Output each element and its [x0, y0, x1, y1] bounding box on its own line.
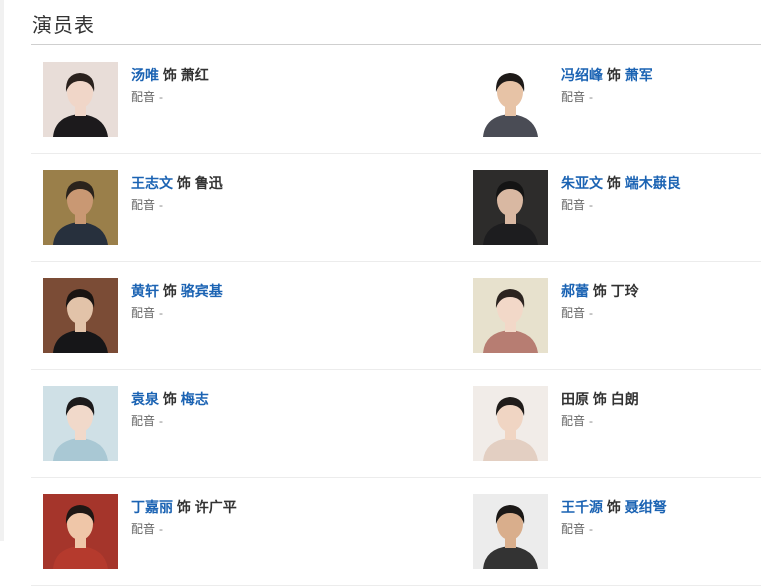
actor-role-line: 王千源 饰 聂绀弩 — [561, 497, 667, 517]
actor-name[interactable]: 袁泉 — [131, 391, 159, 407]
role-connector: 饰 — [606, 499, 621, 515]
actor-photo[interactable] — [43, 170, 118, 245]
voice-value: - — [159, 522, 164, 536]
voice-value: - — [159, 90, 164, 104]
cast-row: 黄轩 饰 骆宾基 配音 - 郝蕾 饰 丁玲 配音 - — [31, 262, 761, 370]
voice-value: - — [159, 414, 164, 428]
cast-info: 袁泉 饰 梅志配音 - — [131, 389, 209, 429]
actor-name[interactable]: 王志文 — [131, 175, 173, 191]
actor-role-line: 袁泉 饰 梅志 — [131, 389, 209, 409]
role-connector: 饰 — [592, 283, 607, 299]
actor-name[interactable]: 黄轩 — [131, 283, 159, 299]
voice-label: 配音 — [131, 90, 156, 104]
cast-info: 王志文 饰 鲁迅配音 - — [131, 173, 223, 213]
actor-name[interactable]: 朱亚文 — [561, 175, 603, 191]
actor-role-line: 王志文 饰 鲁迅 — [131, 173, 223, 193]
actor-photo[interactable] — [473, 62, 548, 137]
role-name: 丁玲 — [610, 283, 639, 299]
role-name[interactable]: 聂绀弩 — [625, 499, 667, 515]
actor-photo[interactable] — [43, 62, 118, 137]
section-title: 演员表 — [32, 15, 95, 37]
role-name: 鲁迅 — [194, 175, 223, 191]
cast-info: 王千源 饰 聂绀弩配音 - — [561, 497, 667, 537]
role-name[interactable]: 端木蕻良 — [625, 175, 681, 191]
voice-line: 配音 - — [561, 305, 639, 321]
role-name[interactable]: 梅志 — [181, 391, 209, 407]
section-header: 演员表 — [31, 0, 761, 45]
actor-name: 田原 — [561, 391, 589, 407]
left-border — [0, 0, 4, 541]
actor-photo[interactable] — [473, 386, 548, 461]
cast-info: 田原 饰 白朗配音 - — [561, 389, 639, 429]
actor-photo[interactable] — [473, 494, 548, 569]
cast-info: 郝蕾 饰 丁玲配音 - — [561, 281, 639, 321]
role-connector: 饰 — [176, 499, 191, 515]
voice-label: 配音 — [561, 198, 586, 212]
actor-photo[interactable] — [43, 494, 118, 569]
actor-role-line: 丁嘉丽 饰 许广平 — [131, 497, 237, 517]
role-name[interactable]: 萧军 — [625, 67, 653, 83]
role-connector: 饰 — [162, 67, 177, 83]
actor-photo[interactable] — [473, 170, 548, 245]
voice-value: - — [589, 90, 594, 104]
voice-label: 配音 — [131, 306, 156, 320]
actor-name[interactable]: 冯绍峰 — [561, 67, 603, 83]
voice-label: 配音 — [561, 90, 586, 104]
voice-line: 配音 - — [561, 521, 667, 537]
voice-label: 配音 — [561, 306, 586, 320]
actor-photo[interactable] — [43, 278, 118, 353]
role-connector: 饰 — [162, 391, 177, 407]
role-name: 萧红 — [180, 67, 209, 83]
actor-role-line: 郝蕾 饰 丁玲 — [561, 281, 639, 301]
voice-value: - — [589, 522, 594, 536]
cast-info: 丁嘉丽 饰 许广平配音 - — [131, 497, 237, 537]
voice-line: 配音 - — [131, 197, 223, 213]
voice-label: 配音 — [131, 414, 156, 428]
actor-role-line: 冯绍峰 饰 萧军 — [561, 65, 653, 85]
role-name: 许广平 — [194, 499, 237, 515]
cast-info: 黄轩 饰 骆宾基配音 - — [131, 281, 223, 321]
voice-value: - — [589, 306, 594, 320]
role-connector: 饰 — [176, 175, 191, 191]
actor-name[interactable]: 郝蕾 — [561, 283, 589, 299]
role-name: 白朗 — [610, 391, 639, 407]
voice-value: - — [159, 198, 164, 212]
actor-role-line: 黄轩 饰 骆宾基 — [131, 281, 223, 301]
voice-value: - — [159, 306, 164, 320]
voice-line: 配音 - — [561, 197, 681, 213]
voice-line: 配音 - — [131, 413, 209, 429]
voice-line: 配音 - — [131, 305, 223, 321]
cast-row: 汤唯 饰 萧红 配音 - 冯绍峰 饰 萧军 配音 - — [31, 46, 761, 154]
role-connector: 饰 — [592, 391, 607, 407]
cast-row: 丁嘉丽 饰 许广平 配音 - 王千源 饰 聂绀弩 配音 - — [31, 478, 761, 586]
voice-value: - — [589, 414, 594, 428]
actor-name[interactable]: 丁嘉丽 — [131, 499, 173, 515]
actor-role-line: 朱亚文 饰 端木蕻良 — [561, 173, 681, 193]
cast-row: 袁泉 饰 梅志 配音 - 田原 饰 白朗 配音 - — [31, 370, 761, 478]
voice-line: 配音 - — [131, 89, 209, 105]
voice-label: 配音 — [131, 198, 156, 212]
voice-line: 配音 - — [561, 413, 639, 429]
voice-label: 配音 — [131, 522, 156, 536]
role-connector: 饰 — [606, 175, 621, 191]
cast-info: 朱亚文 饰 端木蕻良配音 - — [561, 173, 681, 213]
actor-name[interactable]: 王千源 — [561, 499, 603, 515]
voice-value: - — [589, 198, 594, 212]
cast-info: 冯绍峰 饰 萧军配音 - — [561, 65, 653, 105]
actor-name[interactable]: 汤唯 — [131, 67, 159, 83]
voice-label: 配音 — [561, 414, 586, 428]
cast-info: 汤唯 饰 萧红配音 - — [131, 65, 209, 105]
cast-row: 王志文 饰 鲁迅 配音 - 朱亚文 饰 端木蕻良 配音 - — [31, 154, 761, 262]
voice-line: 配音 - — [561, 89, 653, 105]
actor-photo[interactable] — [473, 278, 548, 353]
actor-role-line: 汤唯 饰 萧红 — [131, 65, 209, 85]
role-name[interactable]: 骆宾基 — [181, 283, 223, 299]
role-connector: 饰 — [606, 67, 621, 83]
voice-label: 配音 — [561, 522, 586, 536]
cast-grid: 汤唯 饰 萧红 配音 - 冯绍峰 饰 萧军 配音 - 王志文 饰 鲁迅 配音 - 朱亚文 饰 端木… — [31, 46, 761, 586]
actor-role-line: 田原 饰 白朗 — [561, 389, 639, 409]
actor-photo[interactable] — [43, 386, 118, 461]
voice-line: 配音 - — [131, 521, 237, 537]
role-connector: 饰 — [162, 283, 177, 299]
